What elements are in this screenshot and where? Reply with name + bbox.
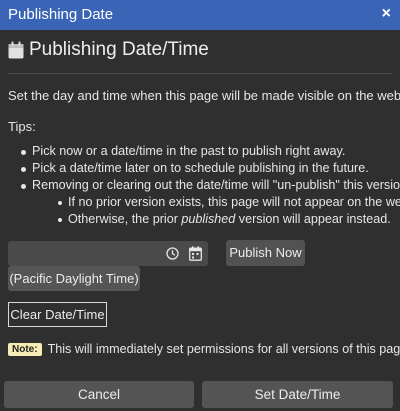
divider <box>8 73 392 74</box>
clock-icon[interactable] <box>166 247 179 260</box>
datetime-input[interactable] <box>8 241 208 266</box>
close-icon[interactable]: × <box>382 5 391 23</box>
subtip-item: Otherwise, the prior published version w… <box>68 212 391 226</box>
calendar-picker-icon[interactable] <box>189 246 202 261</box>
publishing-date-dialog: Publishing Date × Publishing Date/Time S… <box>0 0 400 411</box>
tip-item: Removing or clearing out the date/time w… <box>32 178 400 192</box>
tip-item: Pick a date/time later on to schedule pu… <box>32 161 369 175</box>
bullet <box>21 184 26 189</box>
clear-datetime-button[interactable]: Clear Date/Time <box>8 302 107 327</box>
bullet <box>21 167 26 172</box>
note-badge: Note: <box>8 343 42 356</box>
page-title: Publishing Date/Time <box>29 39 209 60</box>
set-datetime-button[interactable]: Set Date/Time <box>202 381 393 408</box>
timezone-label: (Pacific Daylight Time) <box>8 266 140 291</box>
intro-text: Set the day and time when this page will… <box>8 88 400 103</box>
note-text: This will immediately set permissions fo… <box>47 342 400 356</box>
tip-item: Pick now or a date/time in the past to p… <box>32 144 346 158</box>
bullet <box>21 150 26 155</box>
dialog-title: Publishing Date <box>8 6 114 23</box>
sub-bullet <box>58 218 62 222</box>
calendar-icon <box>8 41 24 59</box>
cancel-button[interactable]: Cancel <box>4 381 194 408</box>
dialog-footer: Cancel Set Date/Time <box>0 380 400 411</box>
dialog-titlebar: Publishing Date × <box>0 0 400 30</box>
sub-bullet <box>58 201 62 205</box>
subtip-item: If no prior version exists, this page wi… <box>68 195 400 209</box>
publish-now-button[interactable]: Publish Now <box>226 240 305 266</box>
tips-label: Tips: <box>8 119 36 134</box>
note: Note: This will immediately set permissio… <box>8 342 400 356</box>
